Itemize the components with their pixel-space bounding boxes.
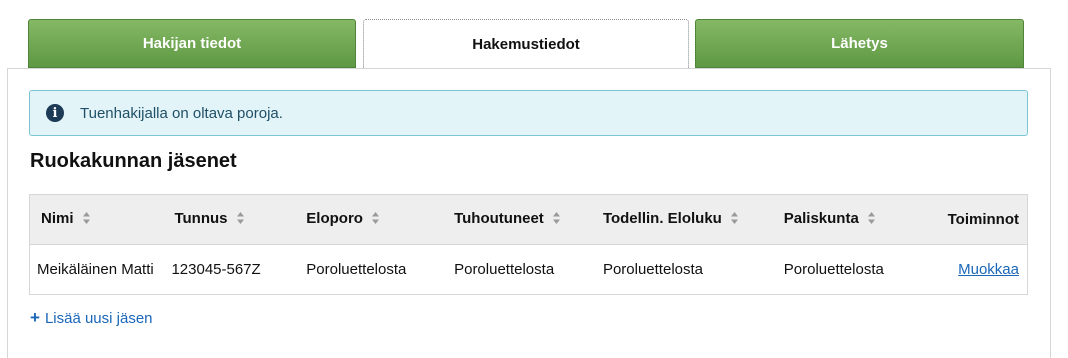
cell-eloluku: Poroluettelosta xyxy=(590,244,772,295)
column-header-toiminnot: Toiminnot xyxy=(931,194,1028,245)
cell-tunnus: 123045-567Z xyxy=(162,244,295,295)
tab-lahetys[interactable]: Lähetys xyxy=(695,19,1024,68)
info-notice: i Tuenhakijalla on oltava poroja. xyxy=(29,90,1028,136)
cell-paliskunta: Poroluettelosta xyxy=(771,244,932,295)
info-icon: i xyxy=(46,104,64,122)
cell-nimi: Meikäläinen Matti xyxy=(29,244,163,295)
plus-icon: + xyxy=(30,308,40,327)
add-member-link[interactable]: + Lisää uusi jäsen xyxy=(30,308,153,328)
tab-hakijan-tiedot[interactable]: Hakijan tiedot xyxy=(28,19,356,68)
sort-icon[interactable] xyxy=(552,211,561,229)
cell-eloporo: Poroluettelosta xyxy=(294,244,443,295)
sort-icon[interactable] xyxy=(730,211,739,229)
edit-link[interactable]: Muokkaa xyxy=(958,261,1019,278)
column-header-nimi[interactable]: Nimi xyxy=(29,194,163,245)
tab-label: Lähetys xyxy=(831,35,888,52)
column-header-eloluku[interactable]: Todellin. Eloluku xyxy=(590,194,772,245)
column-header-tuhoutuneet[interactable]: Tuhoutuneet xyxy=(442,194,591,245)
sort-icon[interactable] xyxy=(82,211,91,229)
tab-hakemustiedot[interactable]: Hakemustiedot xyxy=(363,19,689,68)
members-table: Nimi Tunnus Eloporo Tuhoutuneet Todellin… xyxy=(29,194,1028,295)
sort-icon[interactable] xyxy=(371,211,380,229)
cell-actions: Muokkaa xyxy=(931,244,1028,295)
sort-icon[interactable] xyxy=(236,211,245,229)
cell-tuhoutuneet: Poroluettelosta xyxy=(442,244,591,295)
section-title: Ruokakunnan jäsenet xyxy=(30,150,237,172)
table-row: Meikäläinen Matti 123045-567Z Poroluette… xyxy=(29,244,1028,295)
column-header-eloporo[interactable]: Eloporo xyxy=(294,194,443,245)
notice-text: Tuenhakijalla on oltava poroja. xyxy=(80,104,283,122)
table-header-row: Nimi Tunnus Eloporo Tuhoutuneet Todellin… xyxy=(29,194,1028,245)
tab-label: Hakijan tiedot xyxy=(142,35,242,52)
add-member-label: Lisää uusi jäsen xyxy=(44,309,153,327)
sort-icon[interactable] xyxy=(867,211,876,229)
column-header-tunnus[interactable]: Tunnus xyxy=(162,194,295,245)
column-header-paliskunta[interactable]: Paliskunta xyxy=(771,194,932,245)
tab-label: Hakemustiedot xyxy=(472,35,580,53)
